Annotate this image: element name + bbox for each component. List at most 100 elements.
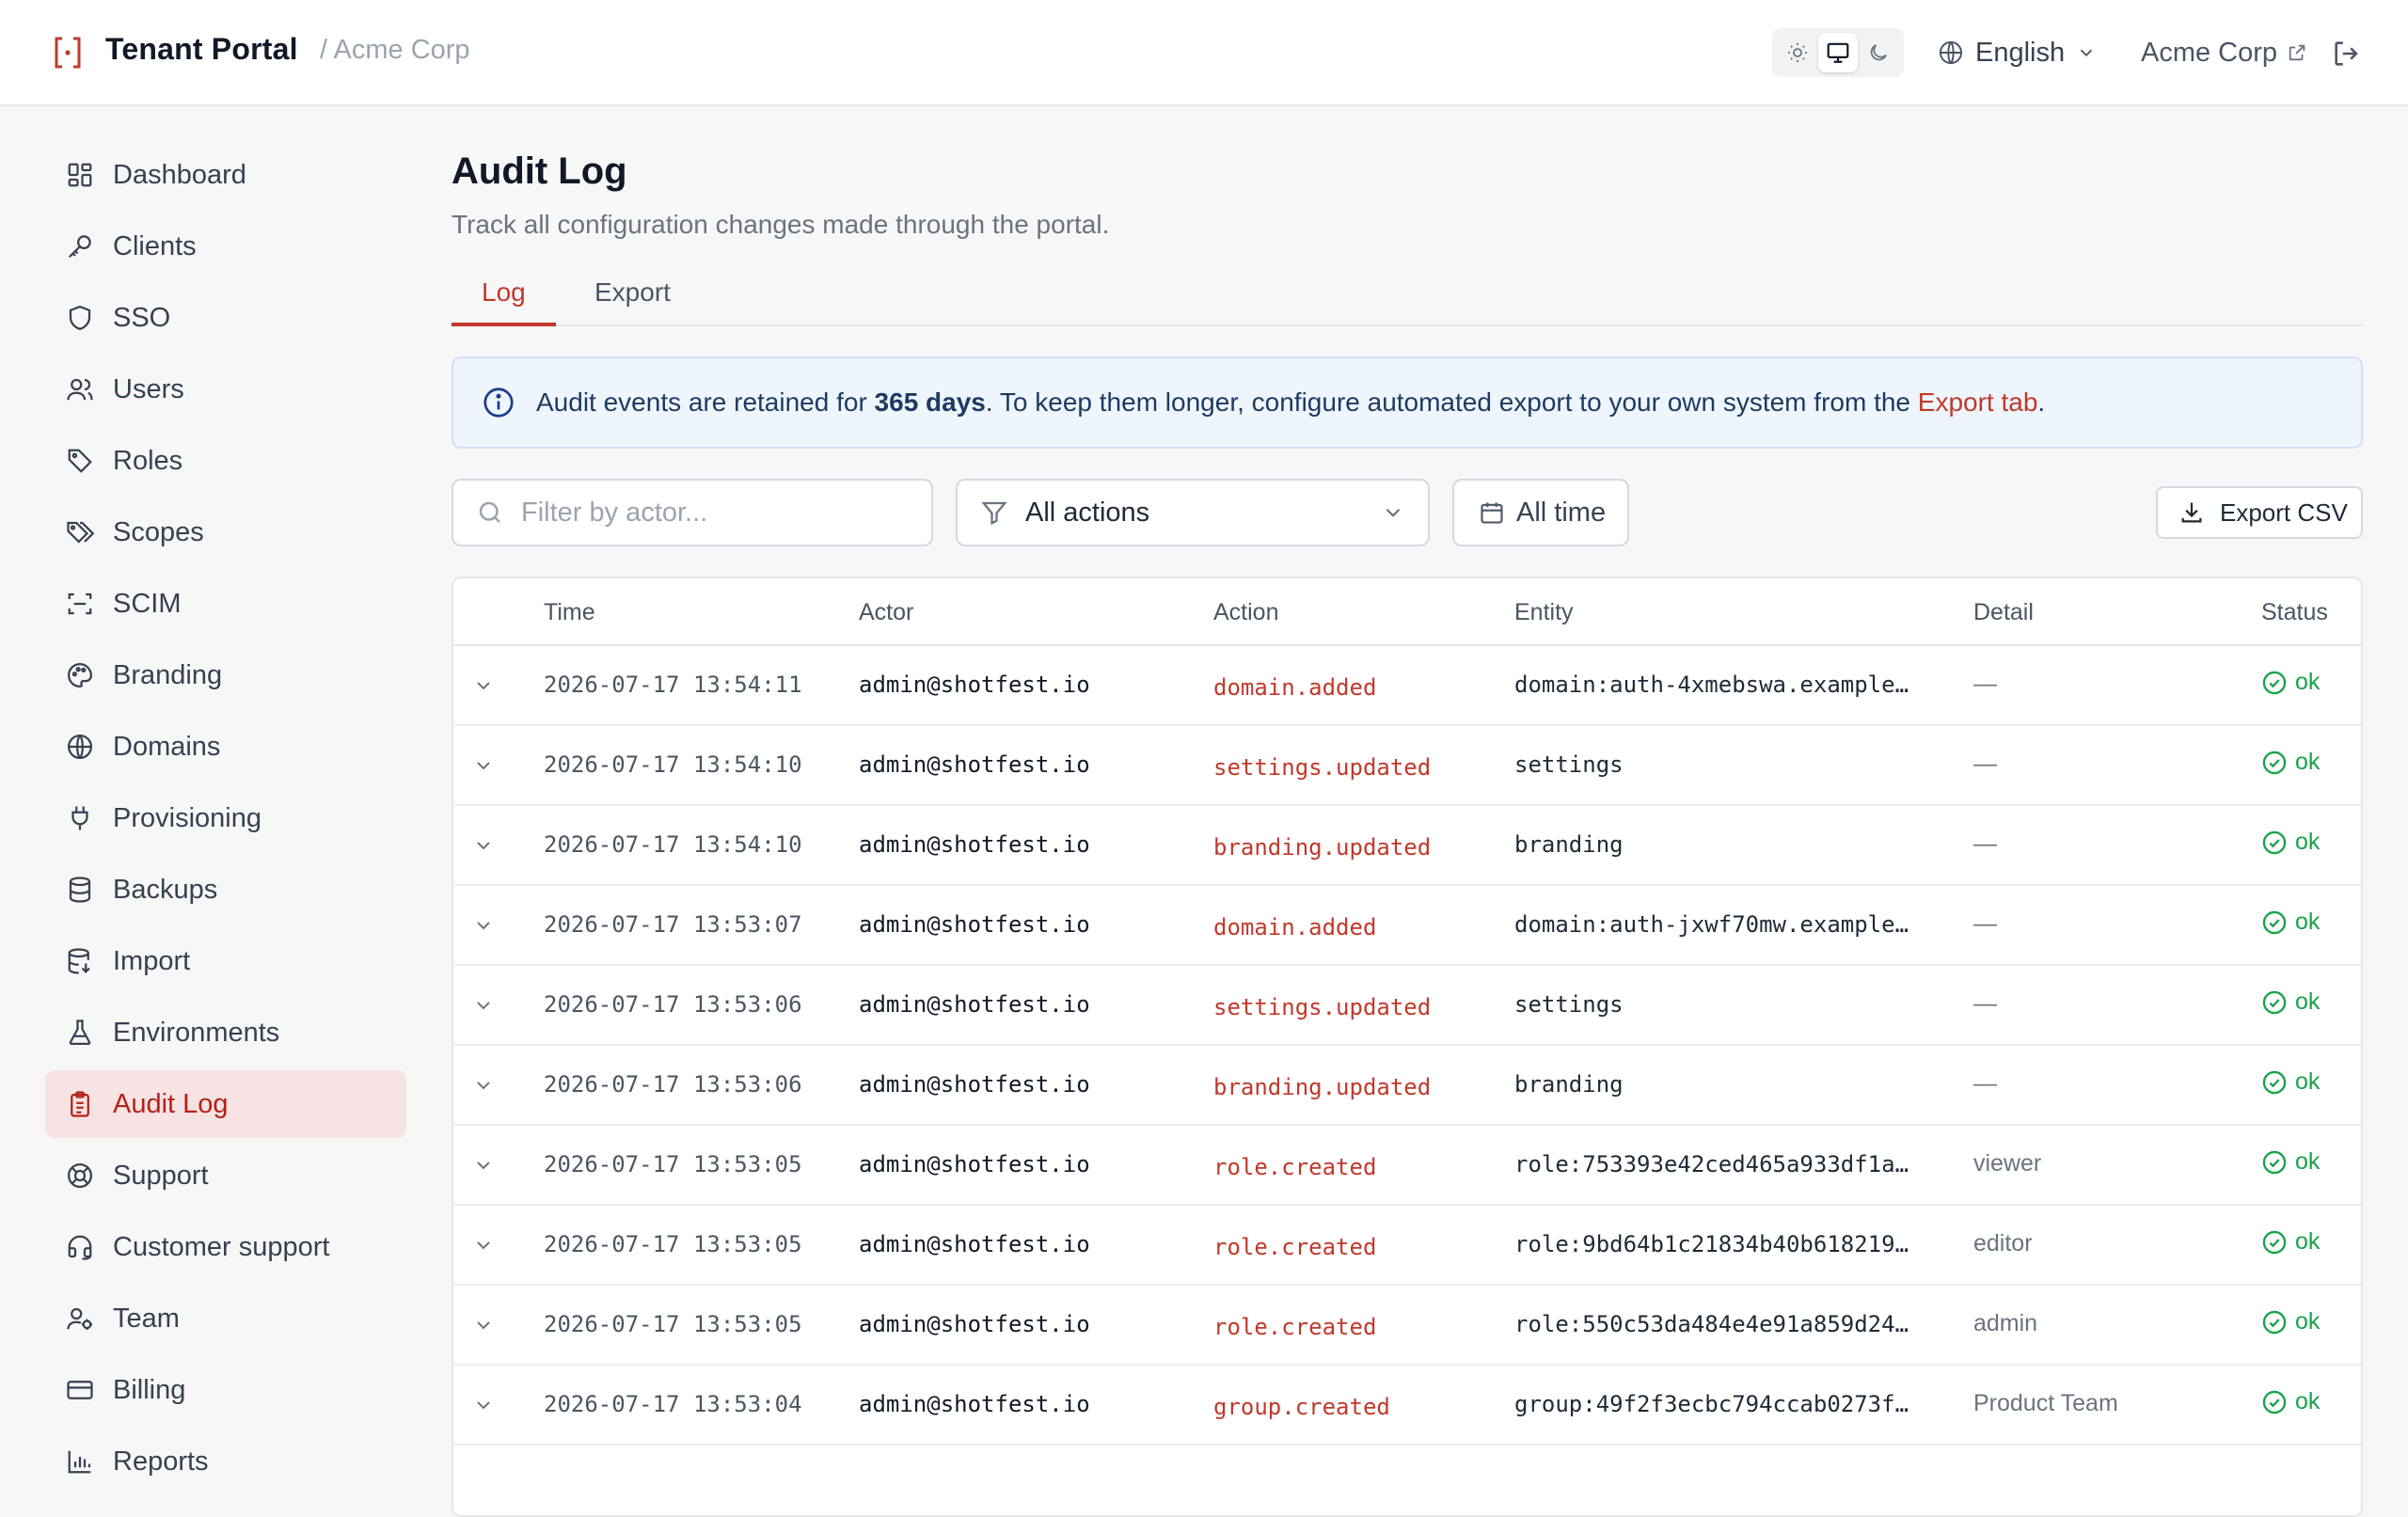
table-row[interactable]: 2026-07-17 13:53:05 admin@shotfest.io role… — [453, 1206, 2361, 1286]
cell-status: ok — [2261, 669, 2320, 696]
column-header-entity[interactable]: Entity — [1514, 599, 1574, 626]
table-row[interactable]: 2026-07-17 13:53:07 admin@shotfest.io doma… — [453, 886, 2361, 966]
banner-text: Audit events are retained for 365 days. … — [536, 387, 2045, 418]
sidebar-item-roles[interactable]: Roles — [45, 427, 406, 495]
table-header: Time Actor Action Entity Detail Status — [453, 578, 2361, 646]
sidebar-item-clients[interactable]: Clients — [45, 213, 406, 280]
action-filter-value: All actions — [1025, 497, 1150, 528]
expand-row-button[interactable] — [472, 994, 495, 1021]
cell-actor: admin@shotfest.io — [859, 1231, 1090, 1257]
tenant-link-label: Acme Corp — [2141, 37, 2278, 68]
sidebar-item-label: Domains — [113, 732, 221, 762]
tab-log[interactable]: Log — [452, 270, 556, 326]
theme-dark-button[interactable] — [1859, 33, 1898, 72]
time-range-button[interactable]: All time — [1452, 479, 1629, 546]
globe-icon — [1939, 40, 1963, 65]
table-row[interactable]: 2026-07-17 13:53:06 admin@shotfest.io sett… — [453, 966, 2361, 1046]
cell-actor: admin@shotfest.io — [859, 991, 1090, 1018]
check-circle-icon — [2262, 990, 2287, 1014]
sidebar-item-sso[interactable]: SSO — [45, 284, 406, 352]
table-row[interactable]: 2026-07-17 13:54:10 admin@shotfest.io sett… — [453, 726, 2361, 806]
sidebar-item-customer-support[interactable]: Customer support — [45, 1213, 406, 1281]
cell-action: branding.updated — [1213, 1074, 1432, 1100]
export-tab-link[interactable]: Export tab — [1918, 387, 2038, 417]
cell-entity: domain:auth-jxwf70mw.example.… — [1514, 911, 1909, 938]
sidebar-item-import[interactable]: Import — [45, 927, 406, 995]
export-csv-button[interactable]: Export CSV — [2156, 486, 2363, 539]
cell-detail: — — [1973, 990, 1997, 1017]
sidebar-item-label: SCIM — [113, 589, 182, 619]
column-header-detail[interactable]: Detail — [1973, 599, 2034, 626]
table-row[interactable]: 2026-07-17 13:54:11 admin@shotfest.io doma… — [453, 646, 2361, 726]
expand-row-button[interactable] — [472, 1234, 495, 1261]
column-header-action[interactable]: Action — [1213, 599, 1278, 626]
action-filter-select[interactable]: All actions — [956, 479, 1430, 546]
expand-row-button[interactable] — [472, 754, 495, 782]
expand-row-button[interactable] — [472, 834, 495, 861]
expand-row-button[interactable] — [472, 914, 495, 941]
sidebar-item-provisioning[interactable]: Provisioning — [45, 784, 406, 852]
expand-row-button[interactable] — [472, 674, 495, 702]
sidebar-item-label: Clients — [113, 231, 197, 261]
logout-icon[interactable] — [2331, 38, 2363, 70]
sidebar-item-environments[interactable]: Environments — [45, 999, 406, 1067]
status-label: ok — [2295, 1148, 2321, 1175]
chevron-down-icon — [477, 922, 490, 930]
cell-status: ok — [2261, 1308, 2320, 1335]
sidebar-item-backups[interactable]: Backups — [45, 856, 406, 924]
lifebuoy-icon — [68, 1163, 92, 1188]
chevron-down-icon — [1386, 508, 1401, 517]
chevron-down-icon — [477, 1321, 490, 1330]
search-placeholder: Filter by actor... — [521, 497, 708, 528]
sidebar-item-audit-log[interactable]: Audit Log — [45, 1070, 406, 1138]
sidebar-item-branding[interactable]: Branding — [45, 641, 406, 709]
expand-row-button[interactable] — [472, 1314, 495, 1341]
app-title[interactable]: Tenant Portal — [105, 32, 298, 67]
table-row[interactable]: 2026-07-17 13:53:05 admin@shotfest.io role… — [453, 1126, 2361, 1206]
sidebar-item-domains[interactable]: Domains — [45, 713, 406, 781]
cell-status: ok — [2261, 749, 2320, 776]
cell-action: domain.added — [1213, 914, 1377, 940]
cell-time: 2026-07-17 13:53:05 — [544, 1231, 802, 1257]
status-label: ok — [2295, 988, 2321, 1015]
sidebar-item-label: Scopes — [113, 517, 204, 547]
page-title: Audit Log — [452, 150, 627, 192]
chevron-down-icon — [477, 1241, 490, 1250]
palette-icon — [68, 662, 93, 688]
table-row[interactable]: 2026-07-17 13:53:06 admin@shotfest.io bran… — [453, 1046, 2361, 1126]
sidebar-item-reports[interactable]: Reports — [45, 1428, 406, 1495]
status-label: ok — [2295, 909, 2321, 935]
actor-search-input[interactable]: Filter by actor... — [452, 479, 933, 546]
expand-row-button[interactable] — [472, 1394, 495, 1421]
sidebar-item-billing[interactable]: Billing — [45, 1356, 406, 1424]
sidebar-item-label: Team — [113, 1304, 180, 1334]
expand-row-button[interactable] — [472, 1074, 495, 1101]
sidebar-item-team[interactable]: Team — [45, 1285, 406, 1352]
column-header-time[interactable]: Time — [544, 599, 595, 626]
cell-detail: admin — [1973, 1310, 2038, 1336]
table-row[interactable]: 2026-07-17 13:54:10 admin@shotfest.io bran… — [453, 806, 2361, 886]
cell-status: ok — [2261, 909, 2320, 936]
cell-status: ok — [2261, 1388, 2320, 1415]
cell-status: ok — [2261, 829, 2320, 856]
sidebar-item-support[interactable]: Support — [45, 1142, 406, 1209]
cell-time: 2026-07-17 13:53:04 — [544, 1391, 802, 1417]
cell-action: settings.updated — [1213, 754, 1432, 781]
tab-export[interactable]: Export — [564, 270, 701, 326]
tenant-external-link[interactable]: Acme Corp — [2141, 32, 2307, 73]
column-header-actor[interactable]: Actor — [859, 599, 913, 626]
theme-light-button[interactable] — [1778, 33, 1817, 72]
sidebar-item-scim[interactable]: SCIM — [45, 570, 406, 638]
cell-detail: — — [1973, 830, 1997, 857]
sidebar-item-dashboard[interactable]: Dashboard — [45, 141, 406, 209]
table-row[interactable]: 2026-07-17 13:53:04 admin@shotfest.io grou… — [453, 1366, 2361, 1446]
time-range-value: All time — [1516, 497, 1607, 528]
language-select[interactable]: English — [1938, 32, 2097, 73]
cell-actor: admin@shotfest.io — [859, 1311, 1090, 1337]
sidebar-item-scopes[interactable]: Scopes — [45, 498, 406, 566]
sidebar-item-users[interactable]: Users — [45, 356, 406, 423]
table-row[interactable]: 2026-07-17 13:53:05 admin@shotfest.io role… — [453, 1286, 2361, 1366]
expand-row-button[interactable] — [472, 1154, 495, 1181]
column-header-status[interactable]: Status — [2261, 599, 2328, 626]
theme-system-button[interactable] — [1818, 33, 1858, 72]
